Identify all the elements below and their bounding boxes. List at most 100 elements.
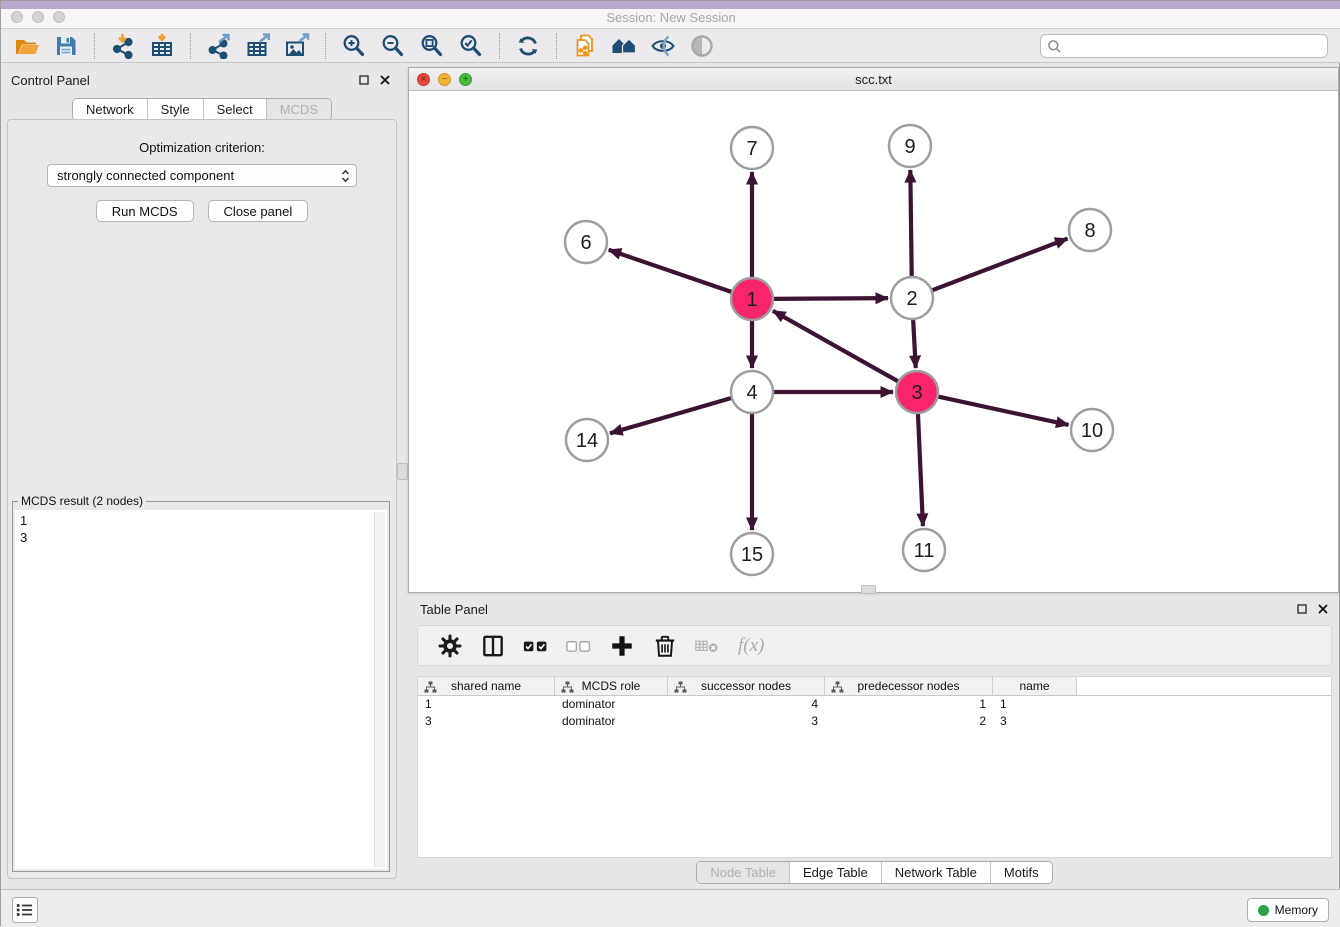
- tree-icon: [561, 681, 574, 693]
- column-header-predecessor-nodes[interactable]: predecessor nodes: [825, 677, 993, 695]
- tab-edge-table[interactable]: Edge Table: [789, 862, 881, 883]
- gear-icon: [437, 633, 463, 659]
- table-cell[interactable]: 2: [825, 713, 993, 730]
- graph-edge-4-14[interactable]: [610, 397, 735, 433]
- tab-style[interactable]: Style: [147, 99, 203, 120]
- tab-node-table[interactable]: Node Table: [697, 862, 789, 883]
- memory-status-dot: [1258, 905, 1269, 916]
- table-cell[interactable]: 4: [668, 696, 825, 713]
- import-table-button[interactable]: [146, 31, 178, 61]
- export-image-button[interactable]: [281, 31, 313, 61]
- graph-node-10[interactable]: 10: [1071, 409, 1113, 451]
- graph-node-6[interactable]: 6: [565, 221, 607, 263]
- toolbar-separator: [556, 33, 557, 59]
- graph-node-8[interactable]: 8: [1069, 209, 1111, 251]
- mcds-result-area[interactable]: 1 3: [15, 510, 387, 869]
- graph-node-1[interactable]: 1: [731, 278, 773, 320]
- graph-node-2[interactable]: 2: [891, 277, 933, 319]
- graph-node-4[interactable]: 4: [731, 371, 773, 413]
- table-row[interactable]: 1dominator411: [418, 696, 1331, 713]
- table-cell[interactable]: dominator: [555, 713, 668, 730]
- tab-network-table[interactable]: Network Table: [881, 862, 990, 883]
- table-cell[interactable]: 3: [668, 713, 825, 730]
- memory-button[interactable]: Memory: [1247, 898, 1329, 922]
- float-table-panel-button[interactable]: [1296, 603, 1308, 615]
- horizontal-splitter-handle[interactable]: [861, 585, 876, 594]
- search-field[interactable]: [1040, 34, 1328, 58]
- column-header-mcds-role[interactable]: MCDS role: [555, 677, 668, 695]
- table-settings-button[interactable]: [437, 631, 463, 661]
- network-graph-svg[interactable]: 7 9 6 8 1 2 4 3 14 10 15 11: [409, 91, 1338, 592]
- column-header-name[interactable]: name: [993, 677, 1077, 695]
- graph-edge-1-6[interactable]: [609, 250, 735, 293]
- row-filler: [1077, 696, 1331, 713]
- result-scrollbar[interactable]: [374, 512, 385, 867]
- export-network-button[interactable]: [203, 31, 235, 61]
- table-cell[interactable]: 3: [418, 713, 555, 730]
- graph-node-9[interactable]: 9: [889, 125, 931, 167]
- function-builder-button: f(x): [738, 631, 764, 661]
- optimization-criterion-label: Optimization criterion:: [8, 140, 396, 155]
- graph-edge-2-9[interactable]: [910, 170, 911, 280]
- zoom-fit-button[interactable]: [416, 31, 448, 61]
- graph-node-3[interactable]: 3: [896, 371, 938, 413]
- column-header-shared-name[interactable]: shared name: [418, 677, 555, 695]
- table-cell[interactable]: 1: [993, 696, 1077, 713]
- zoom-out-button[interactable]: [377, 31, 409, 61]
- tab-mcds[interactable]: MCDS: [266, 99, 331, 120]
- svg-text:1: 1: [746, 289, 757, 311]
- open-session-button[interactable]: [11, 31, 43, 61]
- zoom-in-button[interactable]: [338, 31, 370, 61]
- clone-network-button[interactable]: [569, 31, 601, 61]
- float-panel-button[interactable]: [358, 74, 370, 86]
- table-cell[interactable]: dominator: [555, 696, 668, 713]
- memory-label: Memory: [1275, 903, 1318, 917]
- close-panel-button[interactable]: [379, 74, 391, 86]
- table-cell[interactable]: 3: [993, 713, 1077, 730]
- graph-node-7[interactable]: 7: [731, 127, 773, 169]
- checked-boxes-icon: [523, 633, 549, 659]
- tab-motifs[interactable]: Motifs: [990, 862, 1052, 883]
- save-session-button[interactable]: [50, 31, 82, 61]
- import-network-button[interactable]: [107, 31, 139, 61]
- refresh-layout-button[interactable]: [512, 31, 544, 61]
- show-columns-button[interactable]: [480, 631, 506, 661]
- graph-edge-3-1[interactable]: [773, 311, 901, 383]
- app-window: Session: New Session: [0, 0, 1340, 926]
- vertical-splitter-handle[interactable]: [397, 463, 408, 480]
- graph-edge-1-2[interactable]: [770, 298, 888, 299]
- graph-edge-3-10[interactable]: [935, 396, 1069, 425]
- deselect-all-rows-button[interactable]: [566, 631, 592, 661]
- add-column-button[interactable]: [609, 631, 635, 661]
- search-input[interactable]: [1062, 37, 1327, 55]
- hide-panel-button[interactable]: [647, 31, 679, 61]
- task-history-button[interactable]: [12, 897, 38, 923]
- eye-slash-icon: [650, 33, 676, 59]
- export-table-button[interactable]: [242, 31, 274, 61]
- home-network-button[interactable]: [608, 31, 640, 61]
- criterion-select[interactable]: strongly connected component: [47, 164, 357, 187]
- graph-node-15[interactable]: 15: [731, 533, 773, 575]
- graph-node-11[interactable]: 11: [903, 529, 945, 571]
- tab-select[interactable]: Select: [203, 99, 266, 120]
- zoom-selected-button[interactable]: [455, 31, 487, 61]
- main-titlebar: Session: New Session: [1, 1, 1340, 29]
- graph-node-14[interactable]: 14: [566, 419, 608, 461]
- table-cell[interactable]: 1: [825, 696, 993, 713]
- svg-text:10: 10: [1081, 420, 1103, 442]
- control-panel-title: Control Panel: [11, 73, 90, 88]
- tab-network[interactable]: Network: [73, 99, 147, 120]
- fx-icon: f(x): [738, 635, 764, 657]
- delete-column-button[interactable]: [652, 631, 678, 661]
- close-panel-action-button[interactable]: Close panel: [208, 200, 309, 222]
- select-all-rows-button[interactable]: [523, 631, 549, 661]
- close-table-panel-button[interactable]: [1317, 603, 1329, 615]
- graph-edge-2-3[interactable]: [913, 316, 916, 368]
- network-canvas[interactable]: 7 9 6 8 1 2 4 3 14 10 15 11: [409, 91, 1338, 592]
- graph-edge-3-11[interactable]: [918, 410, 923, 526]
- table-cell[interactable]: 1: [418, 696, 555, 713]
- column-header-successor-nodes[interactable]: successor nodes: [668, 677, 825, 695]
- run-mcds-button[interactable]: Run MCDS: [96, 200, 194, 222]
- table-row[interactable]: 3dominator323: [418, 713, 1331, 730]
- graph-edge-2-8[interactable]: [929, 239, 1068, 292]
